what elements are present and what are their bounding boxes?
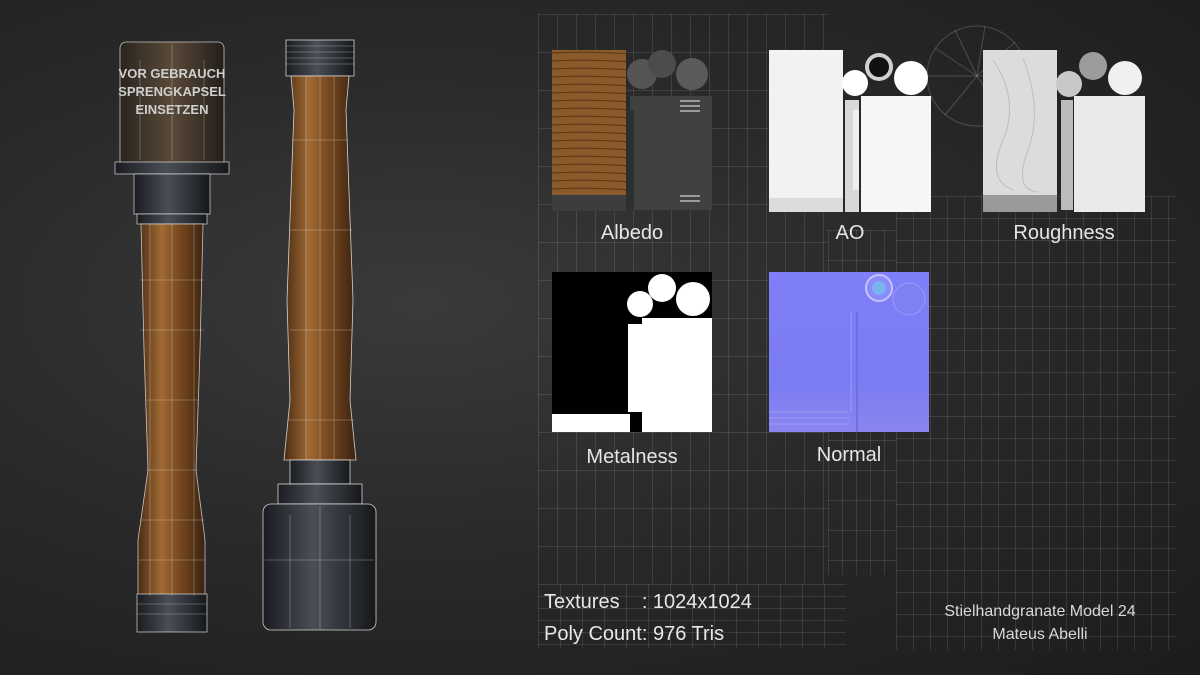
grenade-renders: VOR GEBRAUCH SPRENGKAPSEL EINSETZEN [114, 39, 377, 633]
roughness-label: Roughness [1013, 222, 1115, 244]
normal-label: Normal [816, 444, 882, 466]
normal-map [769, 272, 929, 432]
grenade-left [114, 41, 230, 633]
ao-map [769, 50, 931, 212]
albedo-map [552, 50, 712, 211]
grenade-right [262, 39, 377, 631]
engraving-line-2: SPRENGKAPSEL [118, 84, 226, 99]
model-title: Stielhandgranate Model 24 [944, 603, 1136, 620]
ao-label: AO [835, 222, 865, 244]
engraving-line-1: VOR GEBRAUCH [119, 66, 226, 81]
metalness-label: Metalness [586, 446, 678, 468]
roughness-map [983, 50, 1145, 212]
metalness-map [552, 272, 712, 432]
albedo-label: Albedo [600, 222, 664, 244]
engraving-line-3: EINSETZEN [136, 102, 209, 117]
author-name: Mateus Abelli [992, 626, 1088, 643]
uv-wireframe-right [896, 196, 1176, 650]
textures-resolution-text: Textures : 1024x1024 [544, 591, 752, 613]
poly-count-text: Poly Count: 976 Tris [544, 623, 725, 645]
